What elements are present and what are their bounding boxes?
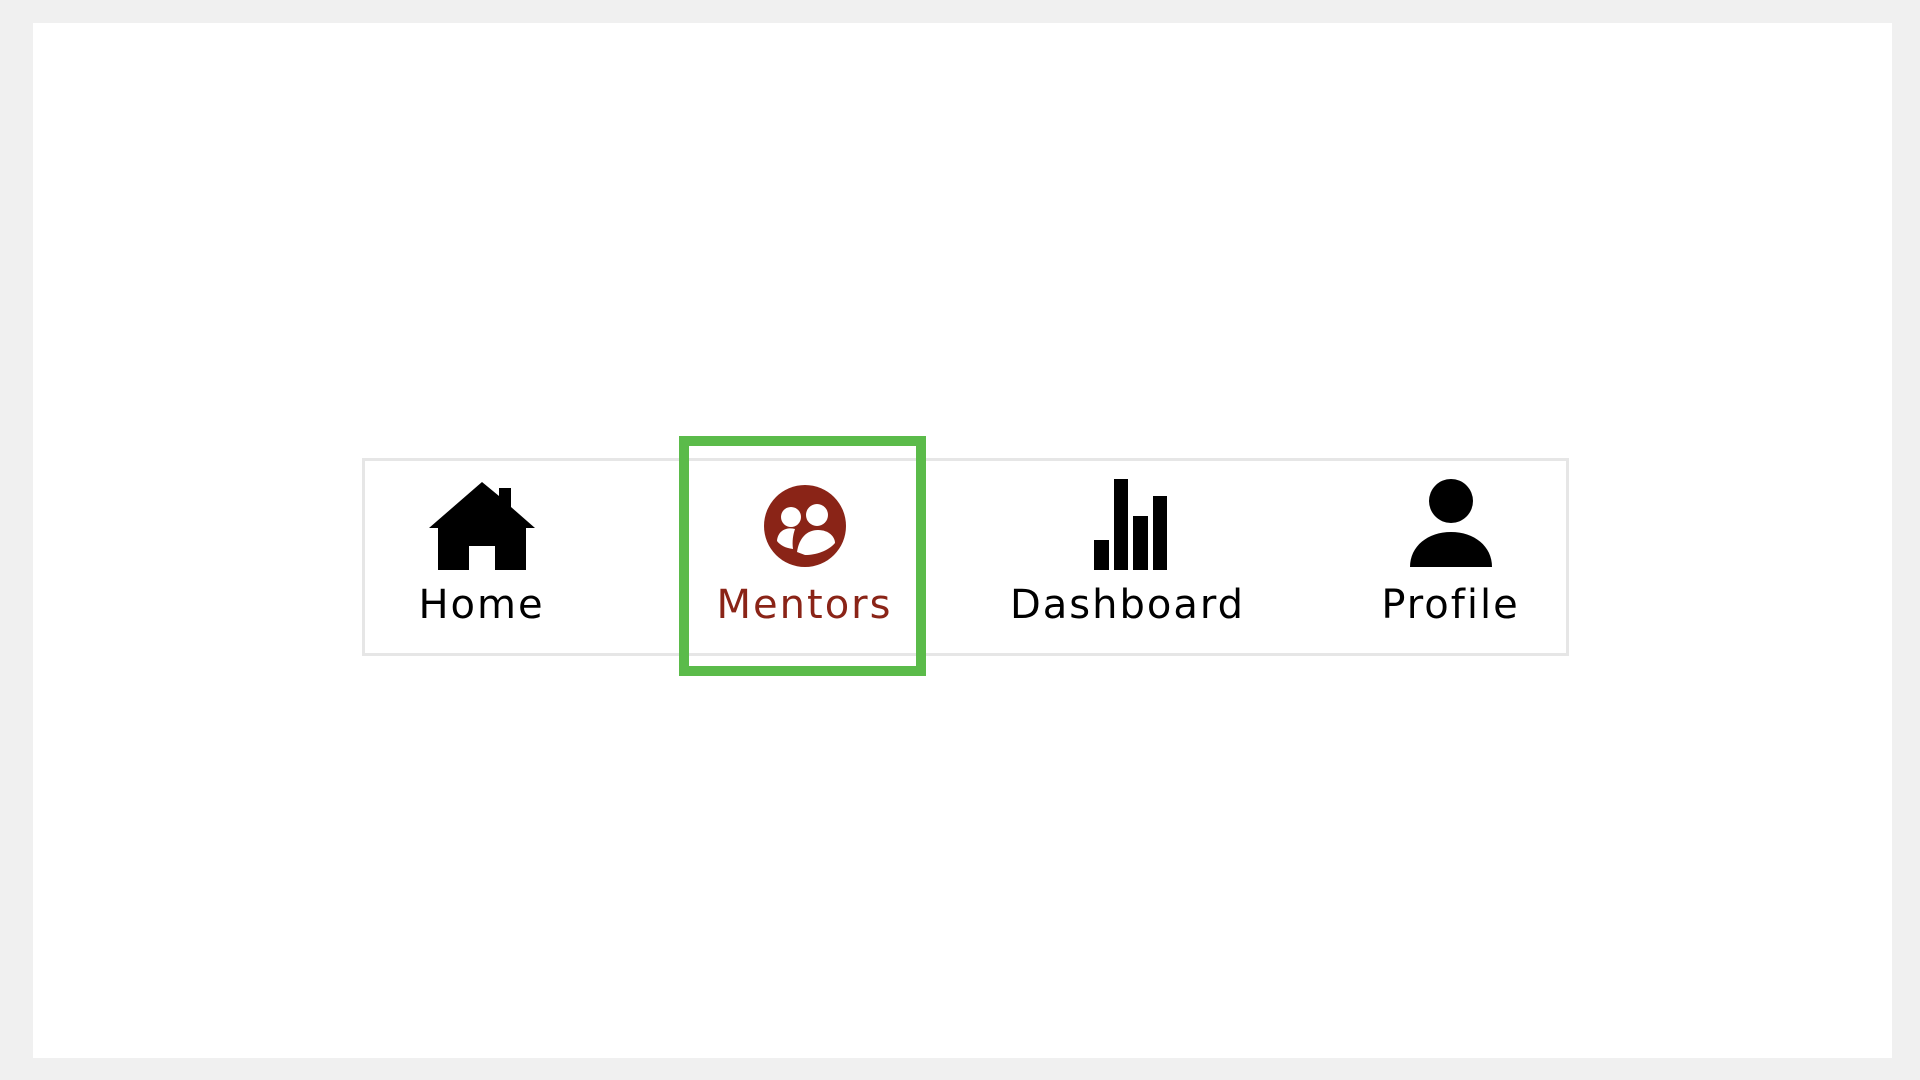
tab-dashboard[interactable]: Dashboard bbox=[966, 458, 1289, 656]
tab-profile-label: Profile bbox=[1381, 582, 1520, 628]
tab-mentors[interactable]: Mentors bbox=[643, 458, 966, 656]
tab-profile[interactable]: Profile bbox=[1289, 458, 1612, 656]
tab-dashboard-label: Dashboard bbox=[1009, 582, 1245, 628]
home-icon bbox=[427, 478, 537, 574]
user-icon bbox=[1396, 478, 1506, 574]
bar-chart-icon bbox=[1073, 478, 1183, 574]
tab-home-label: Home bbox=[418, 582, 545, 628]
tab-mentors-label: Mentors bbox=[716, 582, 893, 628]
tab-home[interactable]: Home bbox=[320, 458, 643, 656]
mentors-icon bbox=[750, 478, 860, 574]
